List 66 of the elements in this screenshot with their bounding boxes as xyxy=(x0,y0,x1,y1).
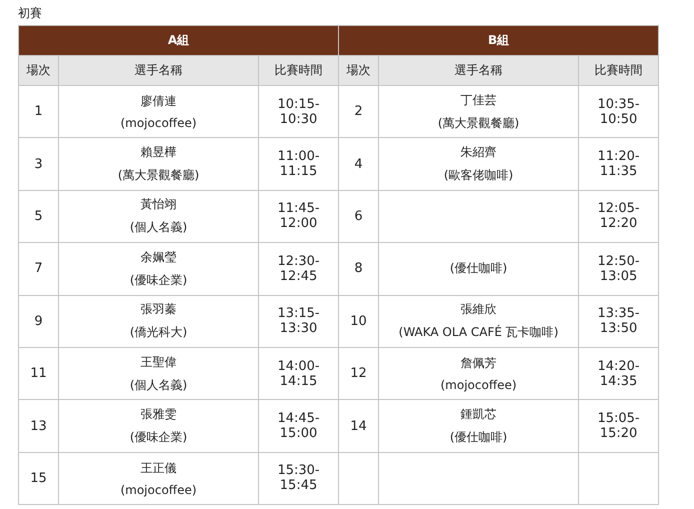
match-time: 12:05-12:20 xyxy=(597,201,640,232)
match-number: 1 xyxy=(34,104,43,120)
match-number: 10 xyxy=(350,314,367,329)
match-time: 13:35-13:50 xyxy=(597,306,640,336)
match-time: 10:15-10:30 xyxy=(277,96,320,127)
team-name: (mojocoffee) xyxy=(120,482,197,497)
player-name: 黃怡翊 xyxy=(140,196,176,214)
match-number: 4 xyxy=(354,156,363,172)
match-number: 11 xyxy=(30,366,47,382)
column-header: 場次 xyxy=(338,56,379,86)
match-time: 15:30-15:45 xyxy=(277,463,320,494)
match-time: 12:30-12:45 xyxy=(277,254,320,284)
column-header: 選手名稱 xyxy=(378,56,579,86)
player-name: 廖倩連 xyxy=(140,93,176,110)
team-name: (WAKA OLA CAFÉ 瓦卡咖啡) xyxy=(398,324,558,342)
section-title: 初賽 xyxy=(18,5,42,22)
team-name: (僑光科大) xyxy=(130,324,188,342)
player-name: 王正儀 xyxy=(140,460,176,477)
team-name: (優仕咖啡) xyxy=(450,260,508,278)
match-time: 15:05-15:20 xyxy=(597,411,640,442)
team-name: (歐客佬咖啡) xyxy=(444,167,514,184)
match-time: 14:00-14:15 xyxy=(277,358,320,389)
match-time: 12:50-13:05 xyxy=(597,254,640,284)
player-name: 丁佳芸 xyxy=(460,92,497,109)
match-time: 13:15-13:30 xyxy=(277,306,320,336)
column-header: 比賽時間 xyxy=(258,56,339,86)
column-header: 場次 xyxy=(18,56,58,86)
match-time: 10:35-10:50 xyxy=(597,96,640,127)
match-number: 3 xyxy=(34,156,43,172)
player-name: 鍾凱芯 xyxy=(460,406,497,424)
match-number: 8 xyxy=(354,261,363,276)
team-name: (mojocoffee) xyxy=(440,378,517,392)
team-name: (mojocoffee) xyxy=(120,116,197,130)
match-number: 2 xyxy=(354,104,363,120)
group-header: A組 xyxy=(18,26,339,56)
team-name: (萬大景觀餐廳) xyxy=(118,167,200,184)
group-header: B組 xyxy=(338,26,659,56)
match-number: 9 xyxy=(34,314,43,329)
match-number: 7 xyxy=(34,261,43,276)
match-time: 11:45-12:00 xyxy=(277,201,320,232)
player-name: 余姵瑩 xyxy=(140,248,176,266)
match-time: 11:00-11:15 xyxy=(277,149,320,180)
match-number: 5 xyxy=(34,208,43,224)
team-name: (優味企業) xyxy=(130,429,188,446)
team-name: (個人名義) xyxy=(130,219,188,236)
match-number: 15 xyxy=(30,470,47,486)
column-header: 比賽時間 xyxy=(578,56,659,86)
match-number: 6 xyxy=(354,208,363,224)
match-number: 14 xyxy=(350,418,367,434)
match-time: 14:20-14:35 xyxy=(597,358,640,389)
player-name: 張雅雯 xyxy=(140,406,176,424)
match-time: 11:20-11:35 xyxy=(597,149,640,180)
match-number: 13 xyxy=(30,418,47,434)
player-name: 朱紹齊 xyxy=(460,144,497,162)
match-time: 14:45-15:00 xyxy=(277,411,320,442)
team-name: (優仕咖啡) xyxy=(450,429,508,446)
player-name: 賴昱樺 xyxy=(140,144,176,162)
team-name: (個人名義) xyxy=(130,376,188,394)
player-name: 王聖偉 xyxy=(140,354,176,371)
player-name: 張羽蓁 xyxy=(140,301,176,318)
match-number: 12 xyxy=(350,366,367,382)
team-name: (優味企業) xyxy=(130,272,188,289)
player-name: 張維欣 xyxy=(460,301,497,318)
player-name: 詹佩芳 xyxy=(460,355,497,372)
team-name: (萬大景觀餐廳) xyxy=(438,114,520,132)
column-header: 選手名稱 xyxy=(58,56,258,86)
